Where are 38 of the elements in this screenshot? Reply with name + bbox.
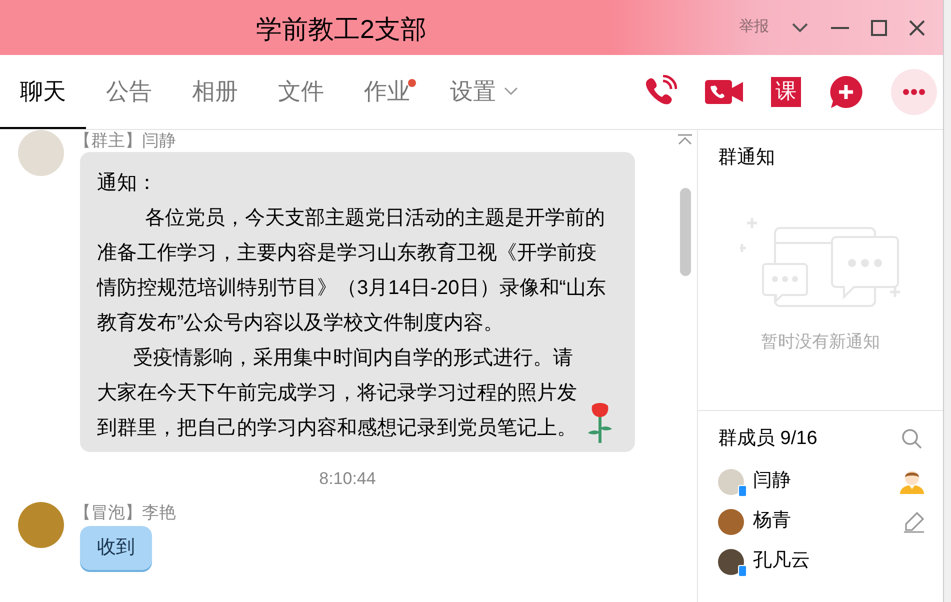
more-button[interactable] xyxy=(891,69,937,115)
tab[interactable]: 聊天 xyxy=(0,55,86,129)
member-avatar[interactable] xyxy=(718,548,744,574)
sender-name: 【群主】闫静 xyxy=(74,130,177,152)
sender-name: 【冒泡】李艳 xyxy=(74,502,176,524)
avatar[interactable] xyxy=(18,502,64,548)
search-icon[interactable] xyxy=(901,428,923,450)
more-icon xyxy=(903,89,925,95)
chevron-down-icon[interactable] xyxy=(791,22,809,34)
collapse-icon[interactable] xyxy=(677,134,693,146)
message-paragraph: 通知： xyxy=(97,171,158,196)
tab[interactable]: 设置 xyxy=(430,55,538,129)
rose-icon xyxy=(587,402,613,444)
message-time: 8:10:44 xyxy=(319,468,376,490)
member-name[interactable]: 闫静 xyxy=(753,467,791,496)
chevron-down-icon xyxy=(504,86,518,96)
maximize-icon[interactable] xyxy=(871,20,887,36)
member-name[interactable]: 杨青 xyxy=(753,507,791,536)
member-avatar[interactable] xyxy=(718,508,744,534)
message-paragraph: 受疫情影响，采用集中时间内自学的形式进行。请大家在今天下午前完成学习，将记录学习过程的照片发到群里，把自己的学习内容和感想记录到党员笔记上。 xyxy=(97,346,578,441)
panel-title: 群通知 xyxy=(717,146,776,170)
report-link[interactable]: 举报 xyxy=(739,16,769,39)
tab[interactable]: 公告 xyxy=(86,55,172,129)
tab[interactable]: 作业 xyxy=(344,55,430,129)
video-call-icon[interactable] xyxy=(705,78,743,106)
minimize-icon[interactable] xyxy=(831,26,849,30)
add-icon[interactable] xyxy=(829,75,863,109)
scrollbar[interactable] xyxy=(680,188,691,276)
lesson-button[interactable]: 课 xyxy=(771,77,801,107)
tab[interactable]: 相册 xyxy=(172,55,258,129)
message-bubble: 收到 xyxy=(80,526,152,570)
window-title: 学前教工2支部 xyxy=(256,13,426,46)
message-paragraph: 各位党员，今天支部主题党日活动的主题是开学前的准备工作学习，主要内容是学习山东教育卫视《开学前疫情防控规范培训特别节目》（3月14日-20日）录像和“山东教育发布”公众号内容以及学校文件制度内容。 xyxy=(97,206,607,336)
empty-notice-text: 暂时没有新通知 xyxy=(760,330,881,352)
members-title: 群成员 9/16 xyxy=(718,427,818,451)
tab[interactable]: 文件 xyxy=(258,55,344,129)
member-name[interactable]: 孔凡云 xyxy=(753,547,810,576)
close-icon[interactable] xyxy=(909,20,925,36)
